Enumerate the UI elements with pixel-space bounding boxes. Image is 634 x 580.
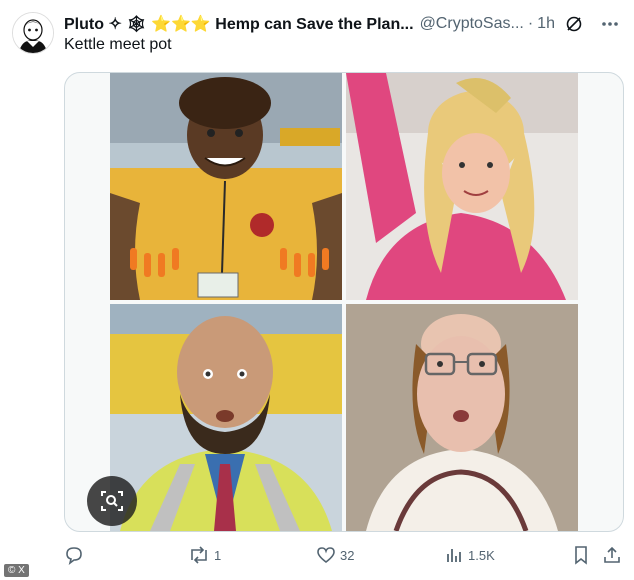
heart-icon [317, 547, 335, 564]
views-count: 1.5K [468, 547, 495, 563]
tweet-header: Pluto ✧ 🕸 ⭐⭐⭐ Hemp can Save the Plan... … [64, 12, 620, 36]
reply-button[interactable] [64, 545, 88, 565]
tweet-text: Kettle meet pot [64, 36, 172, 53]
photo-top-right[interactable] [346, 73, 578, 300]
avatar-image [13, 13, 53, 53]
timestamp[interactable]: 1h [537, 15, 555, 33]
photo-bottom-left[interactable] [110, 304, 342, 531]
avatar[interactable] [12, 12, 54, 54]
like-count: 32 [340, 547, 355, 563]
separator-dot: · [527, 15, 534, 32]
retweet-icon [191, 546, 207, 564]
reply-icon [66, 547, 82, 565]
share-icon [604, 546, 620, 563]
action-bar: 1 32 1.5K [64, 540, 620, 570]
image-search-button[interactable] [87, 476, 137, 526]
views-button[interactable]: 1.5K [444, 545, 495, 565]
share-button[interactable] [602, 545, 622, 565]
bookmark-button[interactable] [572, 545, 590, 565]
retweet-count: 1 [214, 547, 222, 563]
like-button[interactable]: 32 [316, 545, 354, 565]
grok-icon[interactable] [565, 15, 583, 33]
views-icon [447, 549, 461, 562]
watermark: © X [4, 564, 29, 577]
more-options-icon[interactable] [600, 14, 620, 34]
user-handle[interactable]: @CryptoSas... [420, 15, 524, 33]
photo-top-left[interactable] [110, 73, 342, 300]
retweet-button[interactable]: 1 [188, 545, 221, 565]
image-search-icon [101, 491, 123, 511]
media-container[interactable] [64, 72, 624, 532]
photo-bottom-right[interactable] [346, 304, 578, 531]
photo-grid [110, 73, 578, 531]
display-name[interactable]: Pluto ✧ 🕸 ⭐⭐⭐ Hemp can Save the Plan... [64, 14, 414, 34]
bookmark-icon [575, 546, 587, 565]
